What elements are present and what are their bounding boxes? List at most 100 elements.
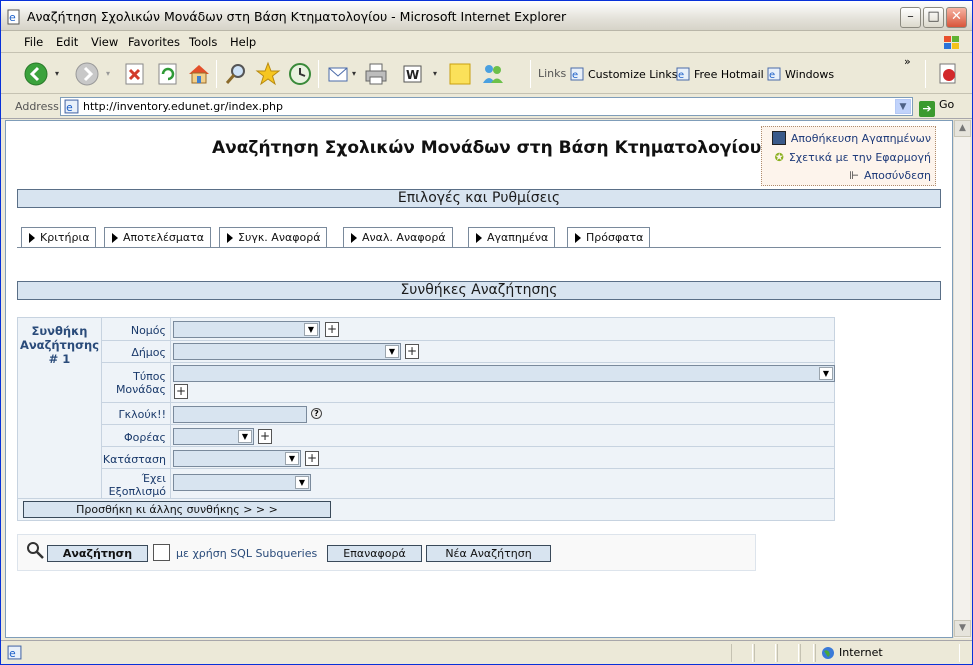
chevron-down-icon: ▼: [819, 367, 833, 380]
zone-label: Internet: [839, 646, 883, 659]
page-status-icon: e: [7, 645, 22, 660]
svg-text:e: e: [66, 101, 73, 114]
address-url: http://inventory.edunet.gr/index.php: [83, 100, 283, 113]
tab-divider: [17, 247, 941, 248]
go-arrow-icon: ➔: [919, 101, 935, 117]
logout-link[interactable]: ⊩ Αποσύνδεση: [849, 169, 931, 182]
svg-text:e: e: [572, 70, 578, 81]
messenger-icon[interactable]: [480, 61, 506, 87]
chevron-down-icon[interactable]: ▼: [895, 99, 911, 114]
tab-detailed-report[interactable]: Αναλ. Αναφορά: [343, 227, 453, 247]
options-header: Επιλογές και Ρυθμίσεις: [17, 189, 941, 208]
mail-dropdown-icon[interactable]: ▾: [352, 69, 356, 78]
back-dropdown-icon[interactable]: ▾: [55, 69, 59, 78]
field-label-exei-1: Έχει: [141, 472, 166, 485]
field-label-typos-2: Μονάδας: [115, 383, 166, 396]
back-icon[interactable]: [23, 61, 49, 87]
tab-summary-report[interactable]: Συγκ. Αναφορά: [219, 227, 328, 247]
save-favorites-link[interactable]: Αποθήκευση Αγαπημένων: [771, 131, 931, 145]
door-icon: ⊩: [849, 169, 860, 182]
sql-subqueries-label: με χρήση SQL Subqueries: [176, 547, 318, 560]
menu-favorites[interactable]: Favorites: [128, 35, 180, 49]
new-search-button[interactable]: Νέα Αναζήτηση: [426, 545, 551, 562]
magnifier-icon: [27, 542, 44, 559]
page-content: Αναζήτηση Σχολικών Μονάδων στη Βάση Κτημ…: [5, 120, 953, 638]
svg-text:e: e: [678, 70, 684, 81]
menu-help[interactable]: Help: [230, 35, 256, 49]
refresh-icon[interactable]: [155, 61, 181, 87]
menu-view[interactable]: View: [91, 35, 118, 49]
windows-flag-icon: [944, 36, 959, 49]
close-button[interactable]: ✕: [946, 7, 967, 28]
scroll-down-icon[interactable]: ▼: [954, 620, 971, 637]
edit-dropdown-icon[interactable]: ▾: [433, 69, 437, 78]
typos-monadas-select[interactable]: ▼: [173, 365, 835, 382]
link-free-hotmail[interactable]: e Free Hotmail: [676, 67, 764, 81]
menu-tools[interactable]: Tools: [189, 35, 217, 49]
add-dimos-button[interactable]: +: [405, 344, 419, 359]
mail-icon[interactable]: [326, 61, 352, 87]
maximize-button[interactable]: □: [923, 7, 944, 28]
field-label-nomos: Νομός: [130, 324, 166, 337]
help-icon[interactable]: ?: [311, 408, 322, 419]
chevron-down-icon: ▼: [285, 452, 299, 465]
address-input[interactable]: e http://inventory.edunet.gr/index.php ▼: [60, 97, 913, 116]
star-icon: ✪: [774, 151, 784, 164]
search-button[interactable]: Αναζήτηση: [47, 545, 148, 562]
address-label: Address: [15, 100, 59, 113]
nomos-select[interactable]: ▼: [173, 321, 320, 338]
chevron-more-icon[interactable]: »: [904, 55, 911, 68]
add-condition-button[interactable]: Προσθήκη κι άλλης συνθήκης > > >: [23, 501, 331, 518]
chevron-down-icon: ▼: [295, 476, 309, 489]
ie-page-icon: e: [7, 9, 20, 25]
svg-text:e: e: [9, 11, 16, 24]
field-label-glouk: Γκλούκ!!: [118, 408, 166, 421]
menu-edit[interactable]: Edit: [56, 35, 78, 49]
tab-recent[interactable]: Πρόσφατα: [567, 227, 651, 247]
exoplismos-select[interactable]: ▼: [173, 474, 311, 491]
favorites-box: Αποθήκευση Αγαπημένων ✪ Σχετικά με την Εφ…: [761, 126, 936, 186]
tab-criteria[interactable]: Κριτήρια: [21, 227, 97, 247]
link-customize[interactable]: e Customize Links: [570, 67, 678, 81]
dimos-select[interactable]: ▼: [173, 343, 401, 360]
foreas-select[interactable]: ▼: [173, 428, 254, 445]
add-nomos-button[interactable]: +: [325, 322, 339, 337]
chevron-down-icon: ▼: [385, 345, 399, 358]
scroll-up-icon[interactable]: ▲: [954, 120, 971, 137]
field-label-exei-2: Εξοπλισμό: [108, 485, 166, 498]
word-edit-icon[interactable]: W: [400, 61, 426, 87]
tab-results[interactable]: Αποτελέσματα: [104, 227, 211, 247]
add-foreas-button[interactable]: +: [258, 429, 272, 444]
tab-favorites[interactable]: Αγαπημένα: [468, 227, 556, 247]
svg-text:W: W: [406, 68, 419, 82]
field-label-katastasi: Κατάσταση: [102, 453, 166, 466]
sql-subqueries-checkbox[interactable]: [153, 544, 170, 561]
add-katastasi-button[interactable]: +: [305, 451, 319, 466]
home-icon[interactable]: [186, 61, 212, 87]
browser-window: e Αναζήτηση Σχολικών Μονάδων στη Βάση Κτ…: [0, 0, 973, 665]
print-icon[interactable]: [363, 61, 389, 87]
go-button[interactable]: ➔ Go: [919, 98, 954, 117]
glouk-input[interactable]: [173, 406, 307, 423]
field-label-foreas: Φορέας: [123, 431, 166, 444]
history-icon[interactable]: [287, 61, 313, 87]
forward-dropdown-icon[interactable]: ▾: [106, 69, 110, 78]
reset-button[interactable]: Επαναφορά: [327, 545, 422, 562]
link-windows[interactable]: e Windows: [767, 67, 834, 81]
search-icon[interactable]: [223, 61, 249, 87]
stop-icon[interactable]: [122, 61, 148, 87]
menu-file[interactable]: File: [24, 35, 43, 49]
katastasi-select[interactable]: ▼: [173, 450, 301, 467]
note-icon[interactable]: [447, 61, 473, 87]
pdf-icon[interactable]: [935, 61, 961, 87]
condition-table: Συνθήκη Αναζήτησης # 1 Νομός ▼ + Δήμος ▼…: [17, 317, 835, 521]
forward-icon[interactable]: [74, 61, 100, 87]
minimize-button[interactable]: –: [900, 7, 921, 28]
page-icon: e: [767, 67, 781, 81]
favorites-star-icon[interactable]: [255, 61, 281, 87]
add-typos-button[interactable]: +: [174, 384, 188, 399]
condition-label: Συνθήκη Αναζήτησης # 1: [18, 318, 102, 498]
vertical-scrollbar[interactable]: ▲ ▼: [953, 120, 971, 638]
about-app-link[interactable]: ✪ Σχετικά με την Εφαρμογή: [775, 151, 931, 164]
chevron-down-icon: ▼: [238, 430, 252, 443]
